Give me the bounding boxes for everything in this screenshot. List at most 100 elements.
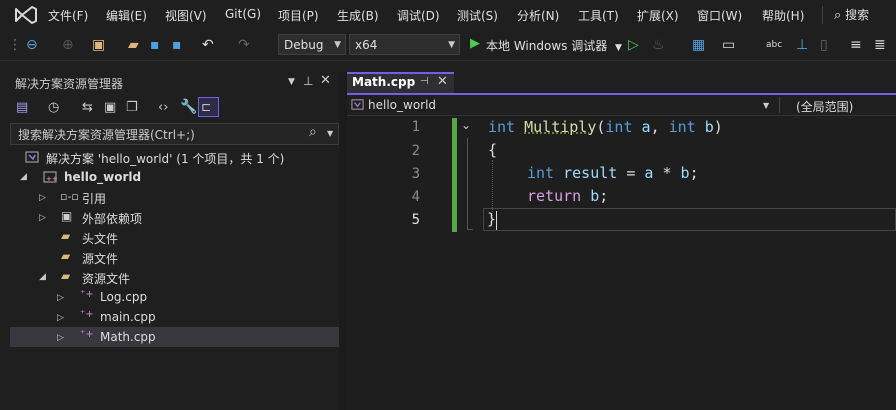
new-project-icon[interactable]: ▣ bbox=[92, 37, 105, 53]
menu-window[interactable]: 窗口(W) bbox=[697, 7, 742, 24]
redo-icon[interactable]: ↷ bbox=[238, 37, 250, 53]
history-icon[interactable]: ◷ bbox=[48, 100, 59, 115]
file-label: main.cpp bbox=[100, 310, 156, 324]
code-line-5: } bbox=[487, 210, 497, 228]
layout-icon[interactable]: ▭ bbox=[722, 37, 735, 53]
cpp-file-icon: ⁺+ bbox=[80, 329, 94, 340]
code-token: ) bbox=[713, 118, 723, 136]
collapse-region-icon[interactable]: ⌄ bbox=[461, 118, 471, 132]
save-icon[interactable]: ▪ bbox=[150, 37, 160, 53]
menu-debug[interactable]: 调试(D) bbox=[397, 7, 440, 24]
filter-folder-icon: ▰ bbox=[61, 229, 71, 243]
chevron-down-icon[interactable]: ▼ bbox=[327, 129, 333, 138]
file-label: Math.cpp bbox=[100, 330, 156, 344]
comment-icon[interactable]: ≡ bbox=[850, 37, 862, 53]
expanded-arrow-icon[interactable]: ◢ bbox=[20, 172, 27, 182]
code-token: Multiply bbox=[524, 118, 597, 136]
chevron-down-icon[interactable]: ▼ bbox=[763, 101, 769, 110]
cpp-file-icon: ⁺+ bbox=[80, 289, 94, 300]
menu-tools[interactable]: 工具(T) bbox=[578, 7, 619, 24]
menu-analyze[interactable]: 分析(N) bbox=[517, 7, 559, 24]
line-number: 4 bbox=[411, 189, 420, 205]
menu-file[interactable]: 文件(F) bbox=[48, 7, 88, 24]
menu-extensions[interactable]: 扩展(X) bbox=[637, 7, 679, 24]
code-line-1: int Multiply(int a, int b) bbox=[488, 118, 723, 136]
external-deps-icon: ▣ bbox=[61, 209, 73, 223]
menu-edit[interactable]: 编辑(E) bbox=[106, 7, 147, 24]
references-icon: ▫-▫ bbox=[60, 190, 79, 203]
menu-view[interactable]: 视图(V) bbox=[165, 7, 207, 24]
chevron-down-icon: ▼ bbox=[615, 43, 622, 53]
view-code-icon[interactable]: ‹› bbox=[158, 100, 168, 115]
bookmark-icon[interactable]: ⊥ bbox=[796, 37, 808, 53]
undo-icon[interactable]: ↶ bbox=[202, 37, 214, 53]
global-scope-select[interactable]: (全局范围) bbox=[796, 98, 853, 115]
file-label: Log.cpp bbox=[100, 290, 148, 304]
menu-help[interactable]: 帮助(H) bbox=[762, 7, 804, 24]
start-debugging-button[interactable]: ▶ 本地 Windows 调试器 ▼ bbox=[470, 36, 622, 54]
external-deps-label: 外部依赖项 bbox=[82, 212, 143, 226]
collapse-all-icon[interactable]: ▣ bbox=[104, 100, 116, 115]
code-token: * bbox=[662, 164, 672, 182]
breakpoint-icon[interactable]: ▯ bbox=[820, 37, 828, 53]
project-scope-icon bbox=[351, 99, 364, 110]
project-scope-select[interactable]: hello_world bbox=[368, 98, 436, 112]
search-icon[interactable]: ⌕ bbox=[309, 124, 317, 140]
close-tab-icon[interactable]: ✕ bbox=[437, 74, 448, 89]
code-token: int bbox=[488, 118, 516, 136]
outline-line bbox=[467, 138, 468, 230]
configuration-select[interactable]: Debug ▼ bbox=[278, 34, 346, 55]
solution-search-placeholder: 搜索解决方案资源管理器(Ctrl+;) bbox=[18, 128, 195, 142]
toolbar-grip-icon: ⋮ bbox=[8, 37, 22, 53]
hot-reload-icon[interactable]: ♨ bbox=[652, 37, 665, 53]
properties-wrench-icon[interactable]: 🔧 bbox=[180, 99, 197, 115]
source-files-label: 源文件 bbox=[82, 252, 119, 266]
code-line-4: return b; bbox=[527, 187, 608, 205]
solution-label: 解决方案 'hello_world' (1 个项目，共 1 个) bbox=[46, 152, 285, 166]
collapsed-arrow-icon[interactable]: ▷ bbox=[57, 313, 64, 323]
show-all-files-icon[interactable]: ❐ bbox=[126, 100, 138, 115]
menu-build[interactable]: 生成(B) bbox=[337, 7, 379, 24]
menu-test[interactable]: 测试(S) bbox=[457, 7, 498, 24]
code-token: b bbox=[704, 118, 714, 136]
collapsed-arrow-icon[interactable]: ▷ bbox=[57, 333, 64, 343]
current-line-highlight bbox=[483, 208, 896, 231]
forward-icon[interactable]: ⊕ bbox=[62, 37, 74, 53]
code-token: a bbox=[641, 118, 651, 136]
code-token: int bbox=[668, 118, 696, 136]
chevron-down-icon: ▼ bbox=[334, 40, 341, 50]
open-folder-icon[interactable]: ▰ bbox=[128, 37, 139, 53]
line-number: 3 bbox=[411, 166, 420, 182]
visual-studio-logo-icon[interactable] bbox=[14, 5, 38, 25]
code-editor[interactable] bbox=[372, 116, 896, 410]
start-without-debugging-icon[interactable]: ▷ bbox=[628, 37, 639, 53]
sync-icon[interactable]: ⇆ bbox=[82, 100, 93, 115]
collapsed-arrow-icon[interactable]: ▷ bbox=[57, 293, 64, 303]
global-search-button[interactable]: ⌕ 搜索 bbox=[834, 6, 869, 23]
spellcheck-icon[interactable]: abc bbox=[766, 37, 782, 53]
panel-menu-icon[interactable]: ▼ bbox=[288, 77, 295, 87]
platform-select[interactable]: x64 ▼ bbox=[349, 34, 460, 55]
expanded-arrow-icon[interactable]: ◢ bbox=[39, 272, 46, 282]
collapsed-arrow-icon[interactable]: ▷ bbox=[39, 193, 46, 203]
save-all-icon[interactable]: ▪ bbox=[172, 37, 182, 53]
back-icon[interactable]: ⊖ bbox=[26, 37, 38, 53]
code-token: ; bbox=[689, 164, 699, 182]
switch-view-icon[interactable]: ▤ bbox=[16, 100, 28, 115]
menu-git[interactable]: Git(G) bbox=[225, 7, 261, 21]
code-token: = bbox=[626, 164, 636, 182]
uncomment-icon[interactable]: ≣ bbox=[874, 37, 886, 53]
close-icon[interactable]: ✕ bbox=[320, 73, 331, 88]
menu-project[interactable]: 项目(P) bbox=[278, 7, 319, 24]
solution-config-icon[interactable]: ▦ bbox=[692, 37, 705, 53]
configuration-value: Debug bbox=[284, 38, 324, 52]
outline-end bbox=[467, 229, 473, 230]
code-line-3: int result = a * b; bbox=[527, 164, 699, 182]
panel-splitter[interactable] bbox=[339, 72, 347, 410]
search-label: 搜索 bbox=[845, 8, 870, 22]
pin-icon[interactable]: ⊣ bbox=[420, 76, 429, 87]
search-icon: ⌕ bbox=[834, 8, 842, 23]
pin-icon[interactable]: ⊥ bbox=[303, 74, 313, 88]
play-icon: ▶ bbox=[470, 36, 480, 51]
collapsed-arrow-icon[interactable]: ▷ bbox=[39, 213, 46, 223]
